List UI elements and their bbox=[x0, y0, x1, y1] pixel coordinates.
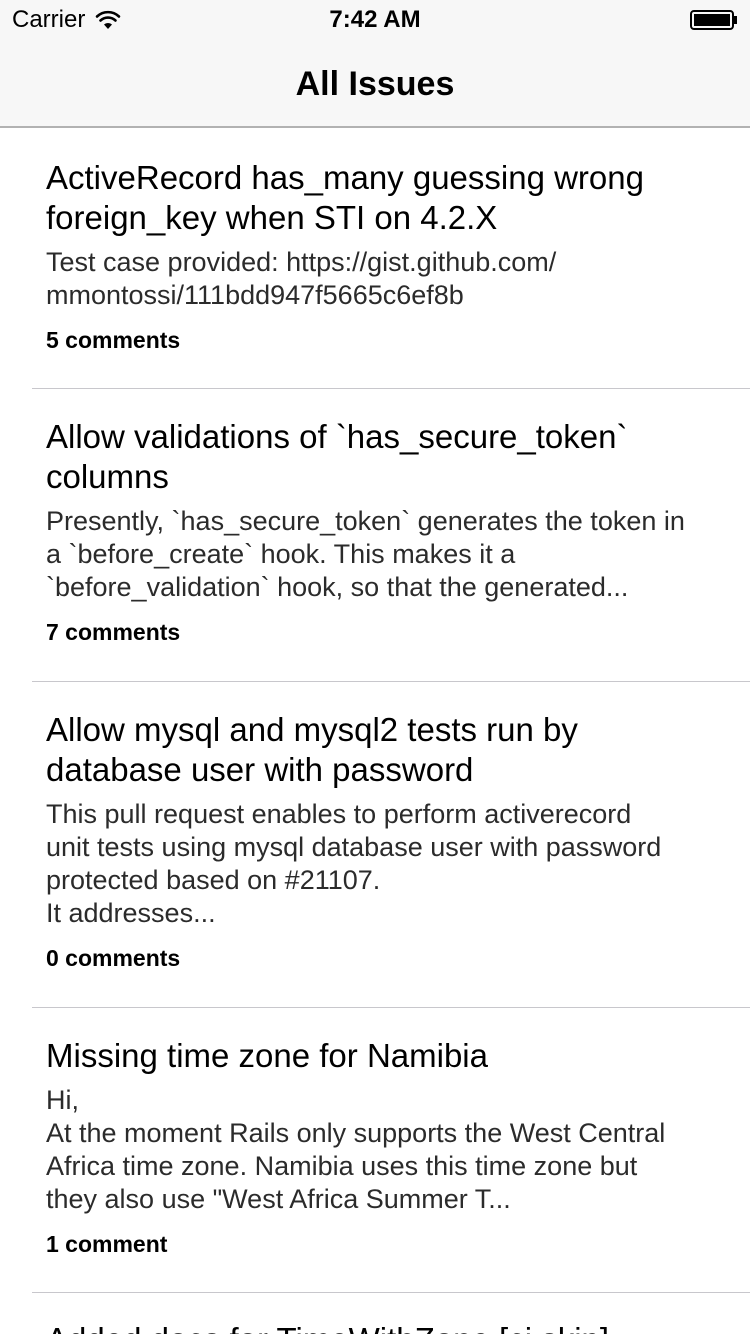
issue-comment-count: 1 comment bbox=[46, 1231, 168, 1257]
status-time: 7:42 AM bbox=[329, 6, 421, 33]
issue-content: Added docs for TimeWithZone [ci skip] bbox=[46, 1320, 706, 1334]
issue-content: Missing time zone for Namibia Hi, At the… bbox=[46, 1036, 706, 1258]
issue-title: Allow mysql and mysql2 tests run by data… bbox=[46, 711, 578, 788]
issue-body: This pull request enables to perform act… bbox=[46, 799, 662, 928]
list-item[interactable]: Allow validations of `has_secure_token` … bbox=[0, 389, 750, 681]
issue-comment-count: 5 comments bbox=[46, 327, 181, 353]
issue-title: Missing time zone for Namibia bbox=[46, 1037, 488, 1074]
page-title: All Issues bbox=[295, 65, 455, 103]
issue-comment-count: 7 comments bbox=[46, 619, 181, 645]
issue-body: Hi, At the moment Rails only supports th… bbox=[46, 1085, 666, 1214]
issue-title: ActiveRecord has_many guessing wrong for… bbox=[46, 159, 644, 236]
issue-content: Allow mysql and mysql2 tests run by data… bbox=[46, 710, 706, 972]
battery-icon bbox=[690, 10, 737, 30]
issue-body: Test case provided: https://gist.github.… bbox=[46, 247, 557, 310]
status-bar: Carrier 7:42 AM bbox=[0, 0, 750, 40]
issue-comment-count: 0 comments bbox=[46, 945, 181, 971]
issue-title: Allow validations of `has_secure_token` … bbox=[46, 418, 628, 495]
list-item[interactable]: ActiveRecord has_many guessing wrong for… bbox=[0, 128, 750, 388]
issue-body: Presently, `has_secure_token` generates … bbox=[46, 506, 685, 602]
navigation-bar: Carrier 7:42 AM All Issues bbox=[0, 0, 750, 128]
issue-content: Allow validations of `has_secure_token` … bbox=[46, 417, 706, 646]
list-item[interactable]: Added docs for TimeWithZone [ci skip] bbox=[0, 1293, 750, 1334]
issue-content: ActiveRecord has_many guessing wrong for… bbox=[46, 158, 706, 354]
list-item[interactable]: Allow mysql and mysql2 tests run by data… bbox=[0, 682, 750, 1007]
list-item[interactable]: Missing time zone for Namibia Hi, At the… bbox=[0, 1008, 750, 1292]
issue-title: Added docs for TimeWithZone [ci skip] bbox=[46, 1320, 706, 1334]
